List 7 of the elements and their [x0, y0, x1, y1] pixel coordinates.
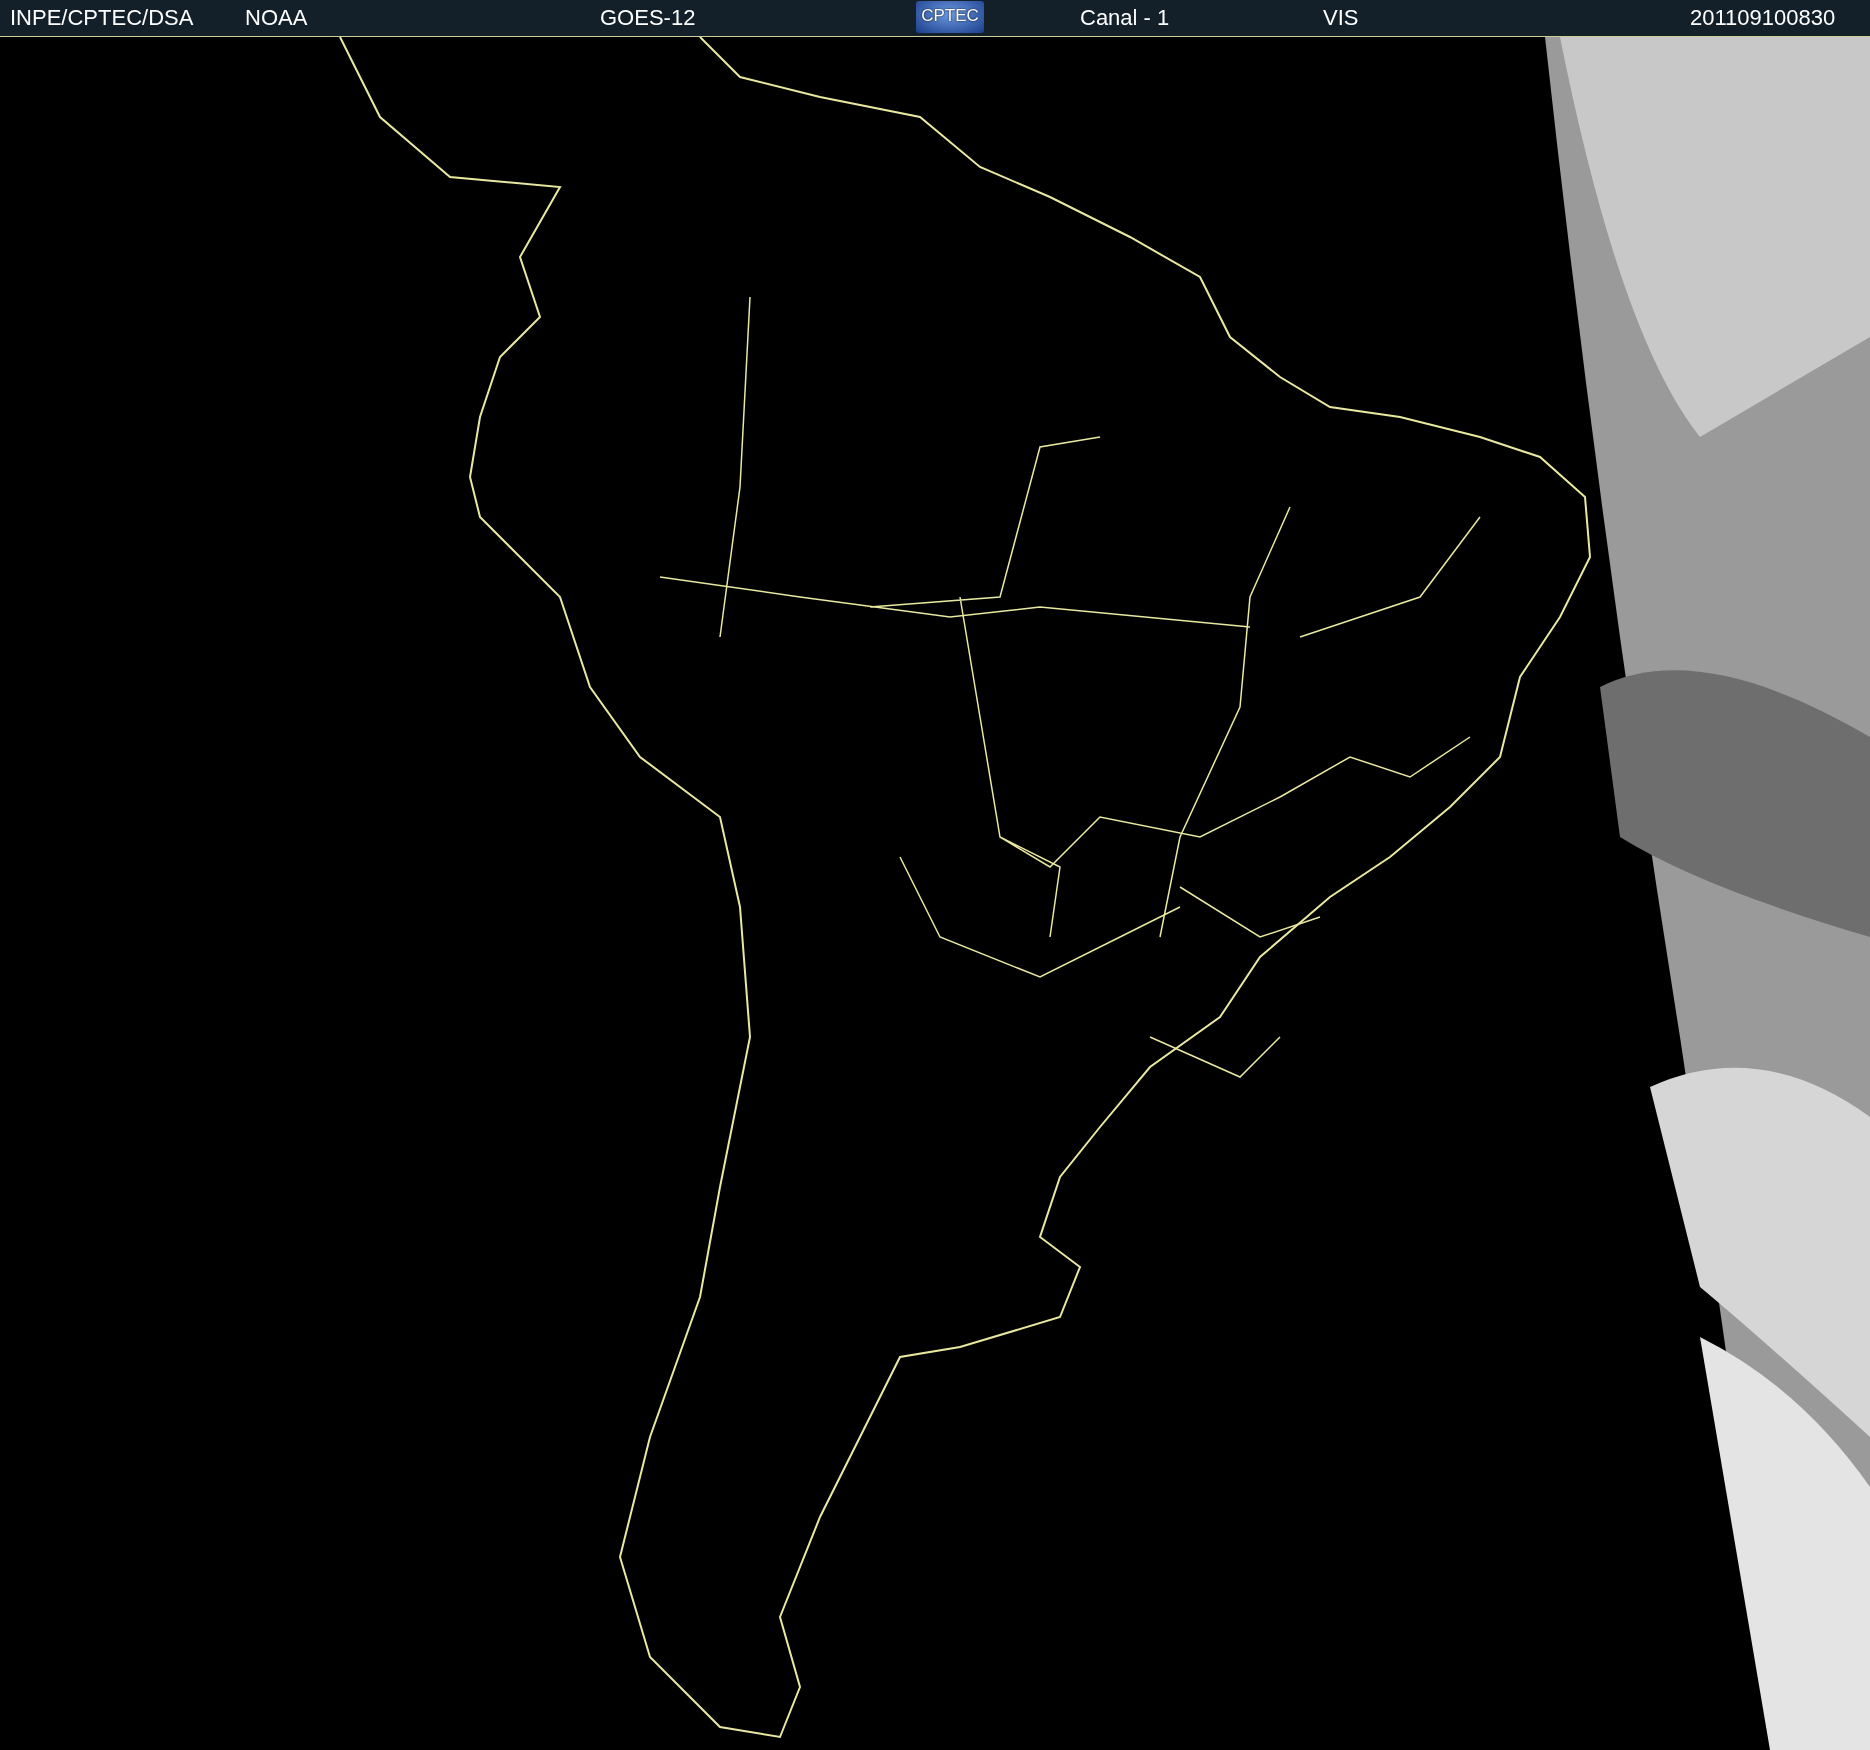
- channel-label: Canal - 1: [1080, 5, 1170, 31]
- satellite-label: GOES-12: [600, 5, 696, 31]
- cptec-logo: CPTEC: [916, 1, 984, 33]
- agency-label: NOAA: [245, 5, 308, 31]
- source-label: INPE/CPTEC/DSA: [10, 5, 194, 31]
- timestamp-label: 201109100830: [1690, 5, 1836, 31]
- band-label: VIS: [1323, 5, 1359, 31]
